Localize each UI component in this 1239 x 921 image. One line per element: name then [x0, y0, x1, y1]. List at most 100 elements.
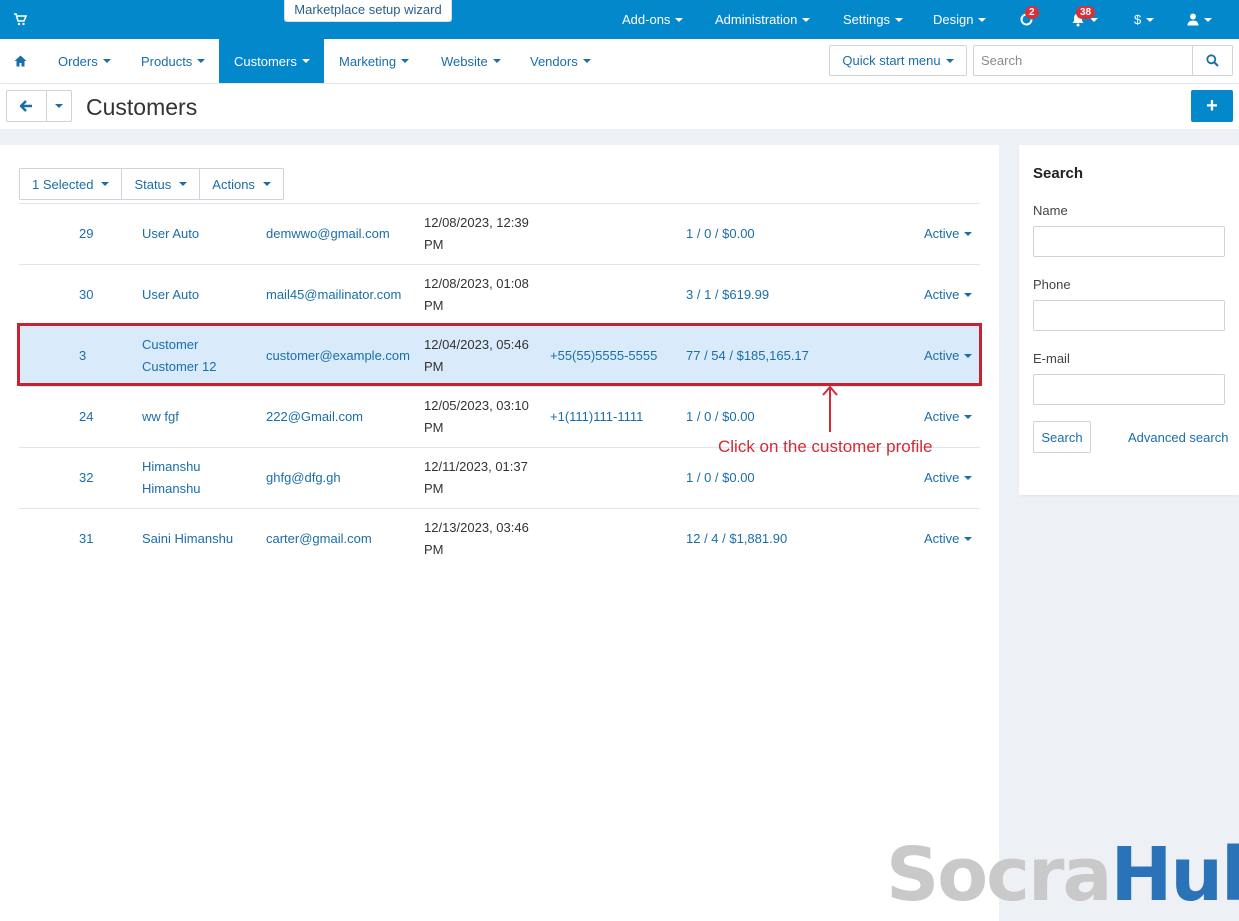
nav-vendors[interactable]: Vendors	[530, 39, 591, 83]
sidebar-title: Search	[1033, 165, 1084, 182]
page-title-bar: Customers +	[0, 85, 1239, 129]
table-row[interactable]: 31 Saini Himanshu carter@gmail.com 12/13/20…	[19, 508, 980, 569]
actions-dropdown[interactable]: Actions	[200, 169, 283, 199]
nav-orders[interactable]: Orders	[58, 39, 111, 83]
marketplace-setup-wizard-button[interactable]: Marketplace setup wizard	[284, 0, 452, 22]
nav-products[interactable]: Products	[141, 39, 206, 83]
customer-name-link[interactable]: User Auto	[142, 265, 252, 325]
customer-id-link[interactable]: 29	[79, 204, 93, 264]
chevron-down-icon	[964, 293, 973, 297]
cart-icon[interactable]	[13, 12, 27, 26]
administration-menu-label: Administration	[715, 12, 798, 27]
back-history-dropdown[interactable]	[46, 90, 72, 122]
customers-list-panel: 1 Selected Status Actions 29 User Auto dem…	[0, 145, 999, 921]
global-search-button[interactable]	[1192, 46, 1232, 75]
customer-email-link[interactable]: 222@Gmail.com	[266, 387, 363, 447]
nav-website[interactable]: Website	[441, 39, 501, 83]
advanced-search-link[interactable]: Advanced search	[1128, 430, 1228, 445]
table-row[interactable]: 29 User Auto demwwo@gmail.com 12/08/2023, 1…	[19, 203, 980, 264]
add-customer-button[interactable]: +	[1191, 90, 1233, 122]
registration-date: 12/13/2023, 03:46 PM	[424, 520, 529, 557]
nav-marketing-label: Marketing	[339, 53, 397, 69]
chevron-down-icon	[675, 17, 684, 22]
phone-field[interactable]	[1033, 300, 1225, 331]
bulk-actions-bar: 1 Selected Status Actions	[19, 168, 284, 200]
customer-orders-link[interactable]: 1 / 0 / $0.00	[686, 204, 755, 264]
chevron-down-icon	[55, 104, 63, 108]
chevron-down-icon	[894, 17, 903, 22]
settings-menu[interactable]: Settings	[843, 0, 903, 39]
page-title: Customers	[86, 94, 198, 120]
status-value: Active	[924, 287, 960, 302]
status-dropdown[interactable]: Active	[924, 204, 973, 264]
settings-menu-label: Settings	[843, 12, 890, 27]
status-dropdown[interactable]: Active	[924, 448, 973, 508]
customer-orders-link[interactable]: 1 / 0 / $0.00	[686, 448, 755, 508]
name-field[interactable]	[1033, 226, 1225, 257]
customer-id-link[interactable]: 31	[79, 509, 93, 569]
currency-menu[interactable]: $	[1134, 0, 1155, 39]
updates-badge: 2	[1025, 6, 1039, 19]
selected-dropdown[interactable]: 1 Selected	[20, 169, 123, 199]
customer-name-link[interactable]: Saini Himanshu	[142, 509, 252, 569]
annotation-highlight-box	[17, 323, 982, 386]
back-button[interactable]	[6, 90, 47, 122]
plus-icon: +	[1206, 94, 1218, 117]
customer-email-link[interactable]: carter@gmail.com	[266, 509, 372, 569]
registration-date: 12/11/2023, 01:37 PM	[424, 459, 528, 496]
currency-label: $	[1134, 12, 1142, 27]
global-search-input[interactable]	[974, 46, 1194, 75]
home-button[interactable]	[0, 39, 41, 83]
status-label: Status	[134, 176, 172, 192]
addons-menu[interactable]: Add-ons	[622, 0, 684, 39]
main-navigation: Orders Products Customers Marketing Webs…	[0, 39, 1239, 84]
registration-date: 12/05/2023, 03:10 PM	[424, 398, 529, 435]
registration-date: 12/08/2023, 12:39 PM	[424, 215, 529, 252]
annotation-arrow-icon	[822, 385, 838, 432]
chevron-down-icon	[262, 182, 271, 186]
nav-products-label: Products	[141, 53, 193, 69]
customer-id-link[interactable]: 24	[79, 387, 93, 447]
chevron-down-icon	[102, 59, 111, 63]
user-menu[interactable]	[1187, 0, 1212, 39]
socrahub-watermark-logo: SocraHub	[886, 838, 1239, 912]
chevron-down-icon	[945, 58, 954, 63]
customer-email-link[interactable]: mail45@mailinator.com	[266, 265, 401, 325]
customer-phone[interactable]: +1(111)111-1111	[550, 387, 643, 447]
table-row[interactable]: 30 User Auto mail45@mailinator.com 12/08/20…	[19, 264, 980, 325]
actions-label: Actions	[212, 176, 255, 192]
customer-name-link[interactable]: User Auto	[142, 204, 252, 264]
watermark-part2: Hub	[1110, 832, 1239, 918]
quick-start-menu-button[interactable]: Quick start menu	[829, 45, 967, 76]
notifications-badge: 38	[1076, 6, 1096, 19]
search-sidebar: Search Name Phone E-mail Search Advanced…	[1019, 145, 1239, 495]
customer-name-link[interactable]: Himanshu Himanshu	[142, 448, 252, 508]
customer-orders-link[interactable]: 12 / 4 / $1,881.90	[686, 509, 787, 569]
email-field[interactable]	[1033, 374, 1225, 405]
customer-id-link[interactable]: 30	[79, 265, 93, 325]
nav-marketing[interactable]: Marketing	[339, 39, 410, 83]
chevron-down-icon	[1204, 17, 1212, 22]
status-dropdown[interactable]: Active	[924, 265, 973, 325]
watermark-part1: Socra	[886, 832, 1112, 918]
sidebar-search-button[interactable]: Search	[1033, 421, 1091, 453]
nav-customers-label: Customers	[234, 53, 297, 69]
chevron-down-icon	[1146, 17, 1155, 22]
status-value: Active	[924, 470, 960, 485]
nav-website-label: Website	[441, 53, 488, 69]
chevron-down-icon	[964, 415, 973, 419]
chevron-down-icon	[179, 182, 188, 186]
customer-id-link[interactable]: 32	[79, 448, 93, 508]
customer-name-link[interactable]: ww fgf	[142, 387, 252, 447]
nav-customers[interactable]: Customers	[219, 39, 324, 83]
design-menu[interactable]: Design	[933, 0, 987, 39]
chevron-down-icon	[964, 232, 973, 236]
status-dropdown[interactable]: Active	[924, 509, 973, 569]
customer-email-link[interactable]: demwwo@gmail.com	[266, 204, 390, 264]
administration-menu[interactable]: Administration	[715, 0, 811, 39]
chevron-down-icon	[978, 17, 987, 22]
email-label: E-mail	[1033, 351, 1070, 366]
customer-email-link[interactable]: ghfg@dfg.gh	[266, 448, 341, 508]
status-dropdown[interactable]: Status	[122, 169, 201, 199]
customer-orders-link[interactable]: 3 / 1 / $619.99	[686, 265, 769, 325]
